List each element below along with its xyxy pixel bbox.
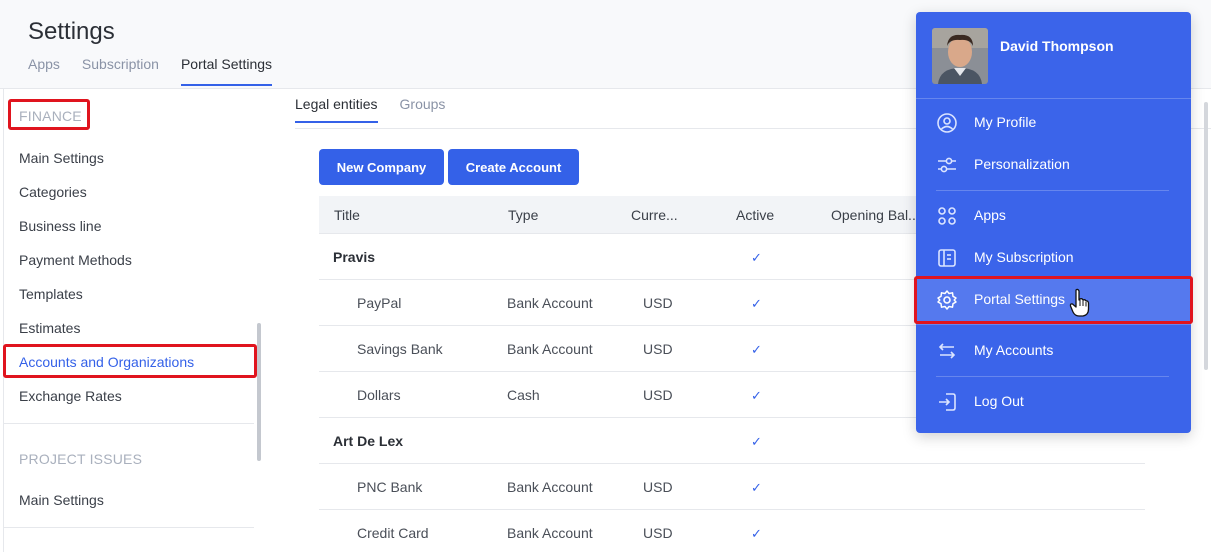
new-company-button[interactable]: New Company (319, 149, 444, 185)
menu-item-label: Log Out (974, 393, 1024, 409)
tab-groups[interactable]: Groups (400, 96, 446, 123)
account-type: Bank Account (507, 341, 593, 357)
apps-grid-icon (938, 207, 956, 225)
menu-divider (936, 190, 1169, 191)
sidebar-item-project-main-settings[interactable]: Main Settings (19, 492, 104, 508)
account-title: Savings Bank (357, 341, 443, 357)
column-title[interactable]: Title (334, 207, 360, 223)
sidebar-scrollbar[interactable] (257, 323, 261, 461)
menu-item-label: Personalization (974, 156, 1070, 172)
user-menu-dropdown: David Thompson My Profile Personalizatio… (916, 12, 1191, 433)
column-opening-balance[interactable]: Opening Bal... (831, 207, 920, 223)
table-row[interactable]: PNC Bank Bank Account USD ✓ (319, 464, 1145, 510)
top-tabs: Apps Subscription Portal Settings (28, 56, 294, 86)
sidebar-item-estimates[interactable]: Estimates (19, 320, 80, 336)
account-title: Dollars (357, 387, 401, 403)
column-currency[interactable]: Curre... (631, 207, 678, 223)
sidebar-divider (4, 527, 254, 528)
menu-item-my-profile[interactable]: My Profile (916, 102, 1191, 144)
sidebar-item-payment-methods[interactable]: Payment Methods (19, 252, 132, 268)
switch-arrows-icon (938, 343, 956, 359)
content-tabs: Legal entities Groups (295, 96, 467, 123)
project-issues-section-label: PROJECT ISSUES (19, 451, 143, 467)
tab-legal-entities[interactable]: Legal entities (295, 96, 378, 123)
menu-divider (936, 376, 1169, 377)
account-title: Credit Card (357, 525, 429, 541)
active-check-icon: ✓ (751, 250, 762, 265)
logout-icon (939, 393, 956, 411)
create-account-button[interactable]: Create Account (448, 149, 579, 185)
portal-settings-highlight-box (914, 276, 1193, 324)
column-type[interactable]: Type (508, 207, 538, 223)
account-currency: USD (643, 387, 673, 403)
avatar (932, 28, 988, 84)
sidebar-item-exchange-rates[interactable]: Exchange Rates (19, 388, 122, 404)
accounts-highlight-box (3, 344, 257, 378)
active-check-icon: ✓ (751, 526, 762, 541)
group-title: Art De Lex (333, 433, 404, 449)
sidebar-item-categories[interactable]: Categories (19, 184, 87, 200)
finance-highlight-box (8, 99, 90, 130)
account-type: Bank Account (507, 525, 593, 541)
user-name: David Thompson (1000, 38, 1114, 54)
page-scrollbar[interactable] (1204, 102, 1208, 370)
account-title: PNC Bank (357, 479, 423, 495)
subscription-icon (938, 249, 956, 267)
settings-sidebar: FINANCE Main Settings Categories Busines… (3, 89, 261, 552)
account-currency: USD (643, 295, 673, 311)
menu-divider (916, 324, 1191, 325)
menu-item-label: My Profile (974, 114, 1037, 130)
account-currency: USD (643, 341, 673, 357)
account-currency: USD (643, 479, 673, 495)
table-row[interactable]: Credit Card Bank Account USD ✓ (319, 510, 1145, 552)
page-title: Settings (28, 18, 115, 45)
account-type: Cash (507, 387, 540, 403)
sidebar-divider (4, 423, 254, 424)
sidebar-item-main-settings[interactable]: Main Settings (19, 150, 104, 166)
menu-item-my-accounts[interactable]: My Accounts (916, 330, 1191, 372)
active-check-icon: ✓ (751, 480, 762, 495)
menu-item-label: My Subscription (974, 249, 1074, 265)
account-type: Bank Account (507, 479, 593, 495)
menu-item-log-out[interactable]: Log Out (916, 381, 1191, 423)
hand-cursor-icon (1069, 288, 1090, 317)
active-check-icon: ✓ (751, 296, 762, 311)
menu-item-personalization[interactable]: Personalization (916, 144, 1191, 186)
user-circle-icon (937, 113, 957, 133)
menu-item-label: My Accounts (974, 342, 1054, 358)
sliders-icon (938, 157, 956, 173)
active-check-icon: ✓ (751, 342, 762, 357)
tab-apps[interactable]: Apps (28, 56, 60, 86)
active-check-icon: ✓ (751, 434, 762, 449)
sidebar-item-business-line[interactable]: Business line (19, 218, 102, 234)
column-active[interactable]: Active (736, 207, 774, 223)
menu-item-my-subscription[interactable]: My Subscription (916, 237, 1191, 279)
menu-divider (916, 98, 1191, 99)
group-title: Pravis (333, 249, 376, 265)
active-check-icon: ✓ (751, 388, 762, 403)
account-title: PayPal (357, 295, 402, 311)
tab-portal-settings[interactable]: Portal Settings (180, 56, 273, 86)
sidebar-item-templates[interactable]: Templates (19, 286, 83, 302)
menu-item-label: Apps (974, 207, 1006, 223)
account-currency: USD (643, 525, 673, 541)
menu-item-apps[interactable]: Apps (916, 195, 1191, 237)
tab-subscription[interactable]: Subscription (82, 56, 159, 86)
account-type: Bank Account (507, 295, 593, 311)
